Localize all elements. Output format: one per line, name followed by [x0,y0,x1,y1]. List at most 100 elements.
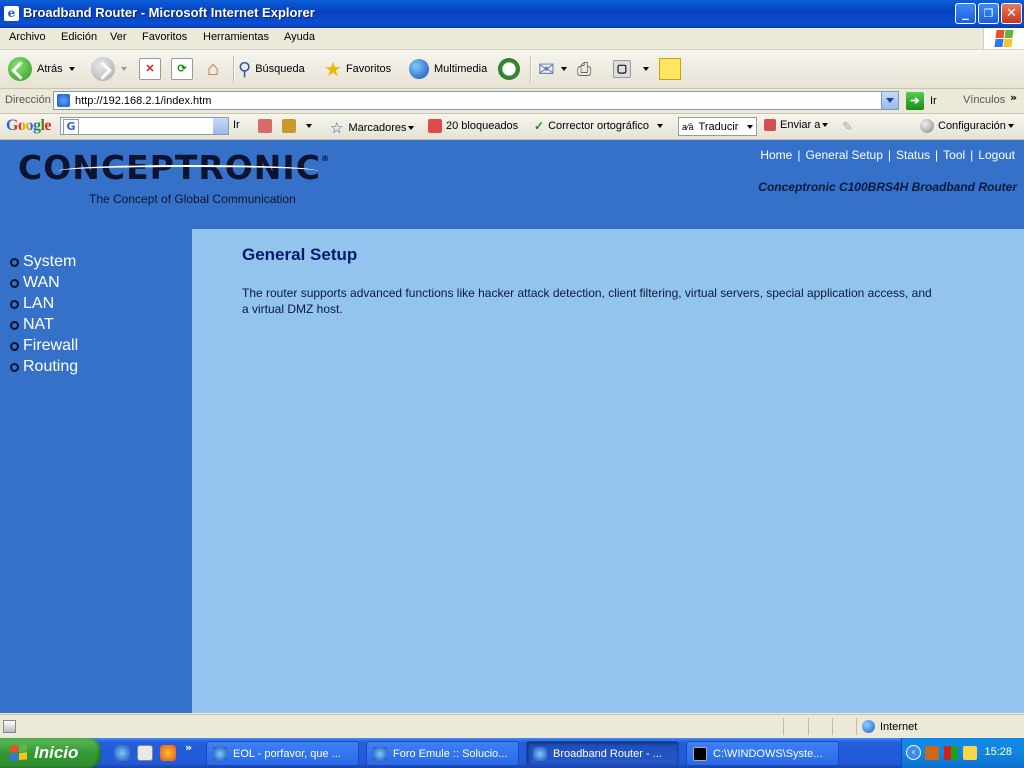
status-divider [808,718,809,735]
multimedia-button[interactable]: Multimedia [409,56,487,82]
sidebar-item-lan[interactable]: LAN [10,295,54,313]
google-search-input[interactable]: G [60,117,229,135]
chevron-down-icon [1007,124,1014,128]
blocker-icon [428,119,442,133]
spellcheck-button[interactable]: ✓ Corrector ortográfico [534,119,663,133]
search-icon: ⚲ [238,58,252,79]
back-label: Atrás [37,63,63,75]
popup-blocker-button[interactable]: 20 bloqueados [428,119,518,133]
task-label: C:\WINDOWS\Syste... [713,747,823,760]
close-button[interactable]: ✕ [1001,3,1022,24]
menu-edicion[interactable]: Edición [61,31,97,43]
nav-general-setup-link[interactable]: General Setup [805,148,882,162]
google-go-button[interactable]: Ir [233,119,240,131]
stop-icon: ✕ [139,58,161,80]
ie-icon [213,746,227,761]
tray-folder-icon[interactable] [963,746,977,760]
print-button[interactable]: ⎙ [577,56,591,82]
sidebar-item-label: System [23,253,77,270]
google-search-dropdown[interactable] [213,118,228,134]
forward-button[interactable] [91,56,127,82]
printer-icon: ⎙ [577,58,592,79]
ie-quicklaunch-icon[interactable] [114,745,130,761]
sidebar-item-firewall[interactable]: Firewall [10,337,78,355]
spellcheck-icon: ✓ [534,119,545,133]
sidebar-item-label: NAT [23,316,54,333]
media-quicklaunch-icon[interactable] [160,745,176,761]
highlight-button[interactable]: ✎ [842,119,853,135]
chevron-down-icon [68,67,75,71]
zone-label: Internet [880,720,918,733]
links-label[interactable]: Vínculos [963,94,1005,106]
menu-herramientas[interactable]: Herramientas [203,31,269,43]
sidebar-item-system[interactable]: System [10,253,76,271]
refresh-icon: ⟳ [171,58,193,80]
clock[interactable]: 15:28 [984,746,1012,758]
translate-label: Traducir [698,120,739,133]
menu-favoritos[interactable]: Favoritos [142,31,187,43]
bookmarks-button[interactable]: ☆ Marcadores [330,119,414,137]
nav-logout-link[interactable]: Logout [978,148,1015,162]
favorites-button[interactable]: ★ Favoritos [324,56,391,82]
brand-tagline: The Concept of Global Communication [89,192,296,206]
security-zone[interactable]: Internet [862,720,917,733]
tray-app-icon[interactable] [925,746,939,760]
nav-tool-link[interactable]: Tool [943,148,965,162]
go-button[interactable]: ➔ Ir [906,92,937,110]
send-to-label: Enviar a [780,119,821,131]
start-button[interactable]: Inicio [0,738,101,768]
bookmarks-label: Marcadores [348,122,407,134]
settings-button[interactable]: Configuración [920,119,1014,133]
menu-ayuda[interactable]: Ayuda [284,31,315,43]
address-label: Dirección [5,94,51,106]
edit-button[interactable]: ▢ [613,56,649,82]
nav-home-link[interactable]: Home [760,148,792,162]
stop-button[interactable]: ✕ [139,56,161,82]
back-button[interactable]: Atrás [8,56,75,82]
minimize-button[interactable]: _ [955,3,976,24]
tray-network-icon[interactable] [944,746,958,760]
menu-archivo[interactable]: Archivo [9,31,46,43]
menu-ver[interactable]: Ver [110,31,127,43]
windows-taskbar: Inicio » EOL - porfavor, que ... Foro Em… [0,738,1024,768]
go-label: Ir [930,95,937,107]
router-model: Conceptronic C100BRS4H Broadband Router [758,180,1017,194]
maximize-button[interactable]: ❐ [978,3,999,24]
links-more-chevron[interactable]: » [1010,91,1017,104]
bullet-icon [10,278,19,288]
tray-expand-icon[interactable]: ‹ [906,745,921,760]
sidebar-item-nat[interactable]: NAT [10,316,54,334]
chevron-down-icon [643,67,649,71]
refresh-button[interactable]: ⟳ [171,56,193,82]
google-news-button[interactable] [258,119,276,133]
task-broadband-router[interactable]: Broadband Router - ... [526,741,679,766]
task-cmd[interactable]: C:\WINDOWS\Syste... [686,741,839,766]
outlook-quicklaunch-icon[interactable] [137,745,153,761]
globe-icon [409,59,429,79]
chevron-down-icon [822,123,829,127]
sidebar-item-wan[interactable]: WAN [10,274,60,292]
history-button[interactable] [498,56,520,82]
bullet-icon [10,299,19,309]
address-dropdown-button[interactable] [881,92,898,109]
address-input[interactable]: http://192.168.2.1/index.htm [53,91,899,110]
ie-icon [373,746,387,761]
star-outline-icon: ☆ [330,120,344,137]
messenger-button[interactable] [659,56,681,82]
mail-icon: ✉ [538,58,555,81]
task-label: Broadband Router - ... [553,747,662,760]
sidebar-item-routing[interactable]: Routing [10,358,78,376]
quicklaunch-more[interactable]: » [185,741,192,754]
settings-label: Configuración [938,120,1006,132]
page-description: The router supports advanced functions l… [242,286,932,316]
google-options-button[interactable] [282,119,312,133]
home-button[interactable]: ⌂ [202,56,224,82]
send-to-button[interactable]: Enviar a [764,119,829,131]
mail-button[interactable]: ✉ [538,56,567,82]
task-eol[interactable]: EOL - porfavor, que ... [206,741,359,766]
translate-button[interactable]: a⁄ā Traducir [678,117,758,136]
nav-status-link[interactable]: Status [896,148,930,162]
task-foro-emule[interactable]: Foro Emule :: Solucio... [366,741,519,766]
search-button[interactable]: ⚲ Búsqueda [238,56,305,82]
window-title-bar[interactable]: e Broadband Router - Microsoft Internet … [0,0,1024,28]
